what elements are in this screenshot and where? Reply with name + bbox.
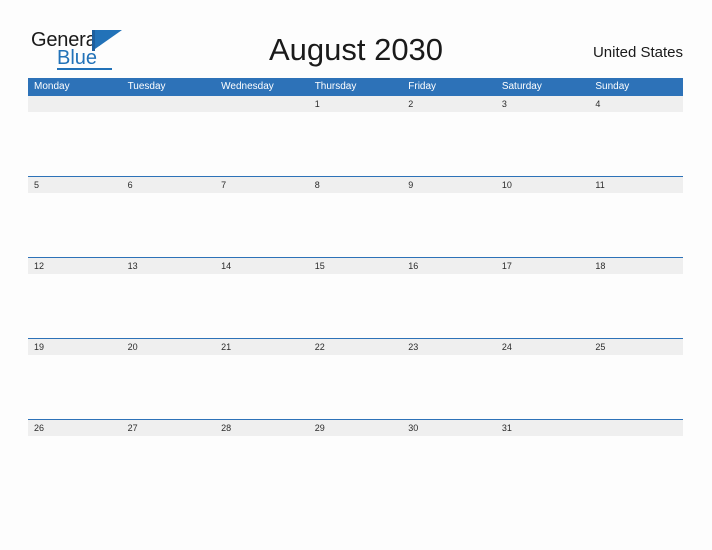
day-cell[interactable]: 27 [122, 420, 216, 436]
day-cell[interactable]: 5 [28, 177, 122, 193]
week-note-area[interactable] [28, 436, 683, 500]
date-number-band: 12 13 14 15 16 17 18 [28, 257, 683, 274]
day-cell[interactable]: 12 [28, 258, 122, 274]
day-cell[interactable]: 9 [402, 177, 496, 193]
weekday-header-tuesday: Tuesday [127, 81, 166, 92]
weekday-header-saturday: Saturday [501, 81, 542, 92]
date-number-band: 26 27 28 29 30 31 [28, 419, 683, 436]
week-row: 19 20 21 22 23 24 25 [28, 338, 683, 419]
day-cell[interactable]: 15 [309, 258, 403, 274]
day-cell[interactable]: 24 [496, 339, 590, 355]
day-cell[interactable]: 10 [496, 177, 590, 193]
day-cell[interactable]: 17 [496, 258, 590, 274]
day-cell[interactable]: 21 [215, 339, 309, 355]
day-cell[interactable]: 13 [122, 258, 216, 274]
week-row: 5 6 7 8 9 10 11 [28, 176, 683, 257]
day-cell[interactable] [122, 96, 216, 112]
weekday-header-sunday: Sunday [595, 81, 630, 92]
date-number-band: 1 2 3 4 [28, 95, 683, 112]
calendar-grid: Monday Tuesday Wednesday Thursday Friday… [28, 78, 683, 500]
logo-underline [57, 68, 112, 70]
weekday-header-monday: Monday [34, 81, 70, 92]
day-cell[interactable]: 14 [215, 258, 309, 274]
day-cell[interactable]: 30 [402, 420, 496, 436]
day-cell[interactable]: 18 [589, 258, 683, 274]
week-row: 12 13 14 15 16 17 18 [28, 257, 683, 338]
day-cell[interactable]: 29 [309, 420, 403, 436]
date-number-band: 19 20 21 22 23 24 25 [28, 338, 683, 355]
day-cell[interactable]: 19 [28, 339, 122, 355]
day-cell[interactable]: 3 [496, 96, 590, 112]
weekday-header-wednesday: Wednesday [221, 81, 274, 92]
weekday-header-thursday: Thursday [314, 81, 357, 92]
day-cell[interactable]: 8 [309, 177, 403, 193]
day-cell[interactable]: 7 [215, 177, 309, 193]
day-cell[interactable]: 11 [589, 177, 683, 193]
week-note-area[interactable] [28, 355, 683, 419]
page-header: General Blue August 2030 United States [0, 0, 712, 78]
day-cell[interactable] [215, 96, 309, 112]
day-cell[interactable]: 4 [589, 96, 683, 112]
week-row: 26 27 28 29 30 31 [28, 419, 683, 500]
day-cell[interactable] [28, 96, 122, 112]
weekday-header-friday: Friday [408, 81, 437, 92]
weekday-header-row: Monday Tuesday Wednesday Thursday Friday… [28, 78, 683, 95]
week-note-area[interactable] [28, 274, 683, 338]
week-note-area[interactable] [28, 112, 683, 176]
day-cell[interactable]: 22 [309, 339, 403, 355]
day-cell[interactable]: 2 [402, 96, 496, 112]
region-label: United States [592, 44, 683, 61]
day-cell[interactable]: 1 [309, 96, 403, 112]
week-row: 1 2 3 4 [28, 95, 683, 176]
day-cell[interactable]: 20 [122, 339, 216, 355]
day-cell[interactable]: 28 [215, 420, 309, 436]
week-note-area[interactable] [28, 193, 683, 257]
day-cell[interactable]: 25 [589, 339, 683, 355]
day-cell[interactable]: 31 [496, 420, 590, 436]
day-cell[interactable] [589, 420, 683, 436]
day-cell[interactable]: 23 [402, 339, 496, 355]
day-cell[interactable]: 16 [402, 258, 496, 274]
day-cell[interactable]: 26 [28, 420, 122, 436]
day-cell[interactable]: 6 [122, 177, 216, 193]
date-number-band: 5 6 7 8 9 10 11 [28, 176, 683, 193]
